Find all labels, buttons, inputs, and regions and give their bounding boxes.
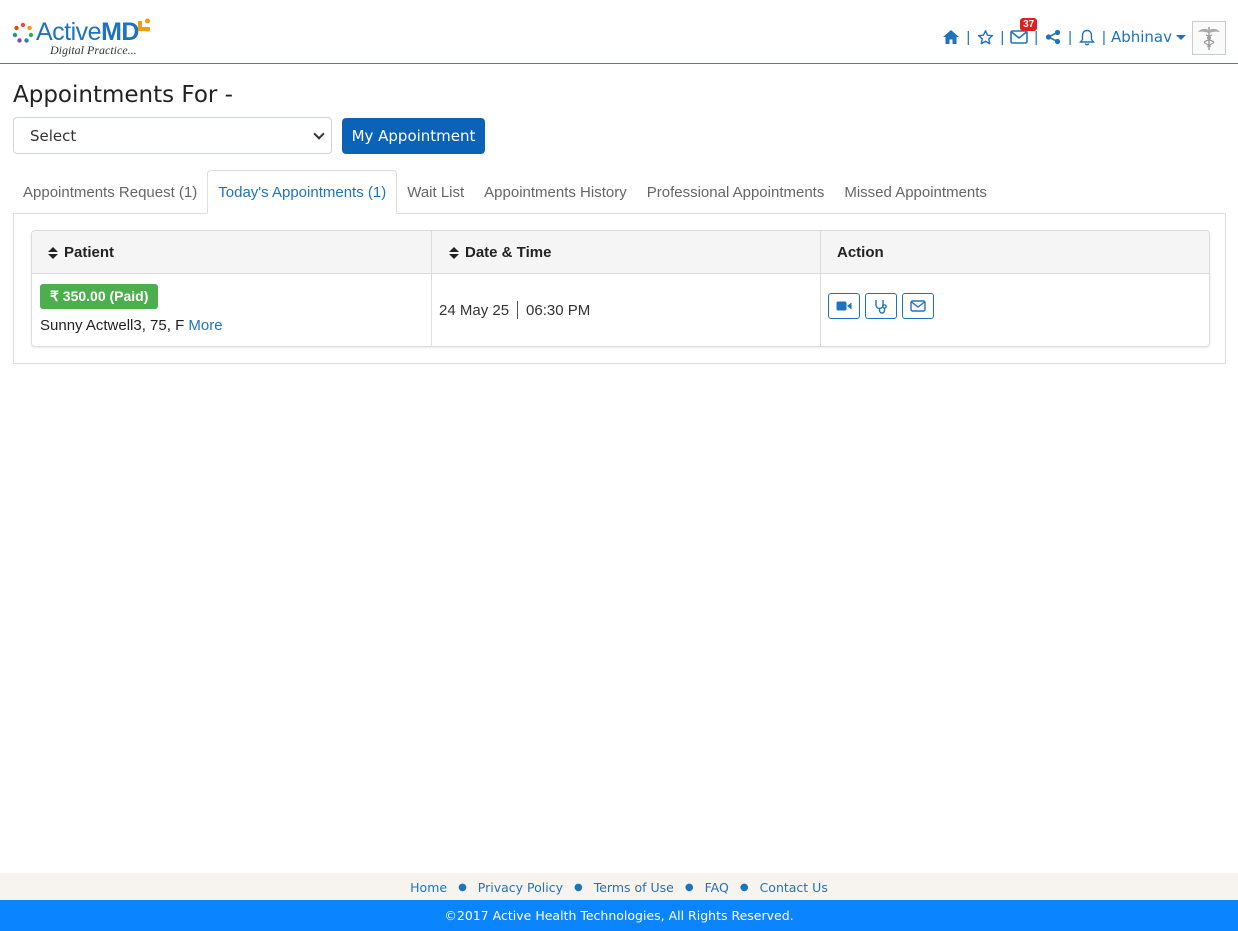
video-call-button[interactable] bbox=[828, 293, 860, 319]
stethoscope-icon bbox=[875, 299, 887, 314]
footer-separator: ● bbox=[458, 881, 467, 893]
top-nav: | | 37 | | | Abhinav bbox=[941, 18, 1186, 50]
top-header: ActiveMD Digital Practice... | | 37 | | … bbox=[0, 0, 1238, 64]
nav-separator: | bbox=[966, 28, 971, 46]
tab-professional-appointments[interactable]: Professional Appointments bbox=[637, 170, 835, 214]
more-link[interactable]: More bbox=[188, 317, 222, 334]
datetime-separator bbox=[517, 301, 519, 319]
footer-link-terms-of-use[interactable]: Terms of Use bbox=[594, 880, 674, 895]
nav-separator: | bbox=[1068, 28, 1073, 46]
appointments-for-select[interactable]: Select bbox=[13, 117, 332, 154]
page-title: Appointments For - bbox=[13, 82, 233, 108]
select-value: Select bbox=[30, 126, 77, 145]
column-header-date-time[interactable]: Date & Time bbox=[449, 231, 551, 274]
tab-appointments-request[interactable]: Appointments Request (1) bbox=[13, 170, 207, 214]
paid-badge: ₹ 350.00 (Paid) bbox=[40, 284, 159, 309]
column-divider bbox=[431, 231, 432, 346]
table-header: Patient Date & Time Action bbox=[32, 231, 1209, 274]
footer-copyright: ©2017 Active Health Technologies, All Ri… bbox=[0, 900, 1238, 931]
tab-wait-list[interactable]: Wait List bbox=[397, 170, 474, 214]
bell-icon[interactable] bbox=[1077, 27, 1097, 47]
footer-separator: ● bbox=[739, 881, 749, 893]
footer-links: Home ● Privacy Policy ● Terms of Use ● F… bbox=[0, 873, 1238, 901]
chevron-down-icon bbox=[1176, 34, 1186, 40]
share-icon[interactable] bbox=[1043, 27, 1063, 47]
star-icon[interactable] bbox=[975, 27, 995, 47]
column-header-patient[interactable]: Patient bbox=[48, 231, 114, 274]
consultation-button[interactable] bbox=[865, 293, 897, 319]
logo-mark-icon bbox=[12, 22, 34, 43]
column-label: Action bbox=[837, 244, 884, 261]
column-divider bbox=[820, 231, 821, 346]
footer-link-privacy-policy[interactable]: Privacy Policy bbox=[478, 880, 563, 895]
logo-accent-icon bbox=[138, 18, 150, 31]
column-label: Date & Time bbox=[465, 244, 552, 261]
footer-link-contact-us[interactable]: Contact Us bbox=[760, 880, 828, 895]
tab-missed-appointments[interactable]: Missed Appointments bbox=[834, 170, 997, 214]
appointment-tabs: Appointments Request (1) Today's Appoint… bbox=[13, 170, 997, 214]
mail-count-badge: 37 bbox=[1020, 18, 1038, 31]
column-label: Patient bbox=[64, 244, 115, 261]
activemd-logo[interactable]: ActiveMD Digital Practice... bbox=[12, 16, 162, 60]
patient-details: Sunny Actwell3, 75, F bbox=[40, 317, 185, 334]
footer-link-faq[interactable]: FAQ bbox=[705, 880, 729, 895]
nav-separator: | bbox=[1102, 28, 1106, 46]
message-button[interactable] bbox=[902, 293, 934, 319]
user-name: Abhinav bbox=[1110, 28, 1172, 46]
tab-appointments-history[interactable]: Appointments History bbox=[474, 170, 637, 214]
tab-panel: Patient Date & Time Action ₹ 350.00 (Pai… bbox=[13, 213, 1226, 364]
home-icon[interactable] bbox=[941, 27, 961, 47]
user-menu[interactable]: Abhinav bbox=[1111, 28, 1186, 46]
message-icon bbox=[910, 300, 926, 312]
video-call-icon bbox=[836, 301, 852, 311]
logo-tagline: Digital Practice... bbox=[50, 43, 137, 57]
nav-separator: | bbox=[1034, 28, 1039, 46]
tab-todays-appointments[interactable]: Today's Appointments (1) bbox=[207, 170, 398, 214]
footer-separator: ● bbox=[684, 881, 694, 893]
patient-info: Sunny Actwell3, 75, F More bbox=[40, 317, 223, 334]
footer-separator: ● bbox=[573, 881, 583, 893]
appointment-time: 06:30 PM bbox=[526, 301, 591, 319]
appointment-datetime: 24 May 25 06:30 PM bbox=[439, 301, 590, 319]
sort-icon bbox=[48, 246, 58, 259]
caduceus-icon bbox=[1198, 27, 1220, 50]
avatar[interactable] bbox=[1192, 21, 1226, 55]
my-appointment-button[interactable]: My Appointment bbox=[342, 118, 485, 154]
sort-icon bbox=[449, 246, 459, 259]
nav-separator: | bbox=[1000, 28, 1005, 46]
footer-link-home[interactable]: Home bbox=[410, 880, 447, 895]
mail-icon[interactable]: 37 bbox=[1009, 18, 1038, 47]
appointment-date: 24 May 25 bbox=[439, 301, 510, 319]
chevron-down-icon bbox=[313, 128, 325, 140]
column-header-action: Action bbox=[837, 231, 884, 274]
appointments-table: Patient Date & Time Action ₹ 350.00 (Pai… bbox=[31, 230, 1210, 347]
